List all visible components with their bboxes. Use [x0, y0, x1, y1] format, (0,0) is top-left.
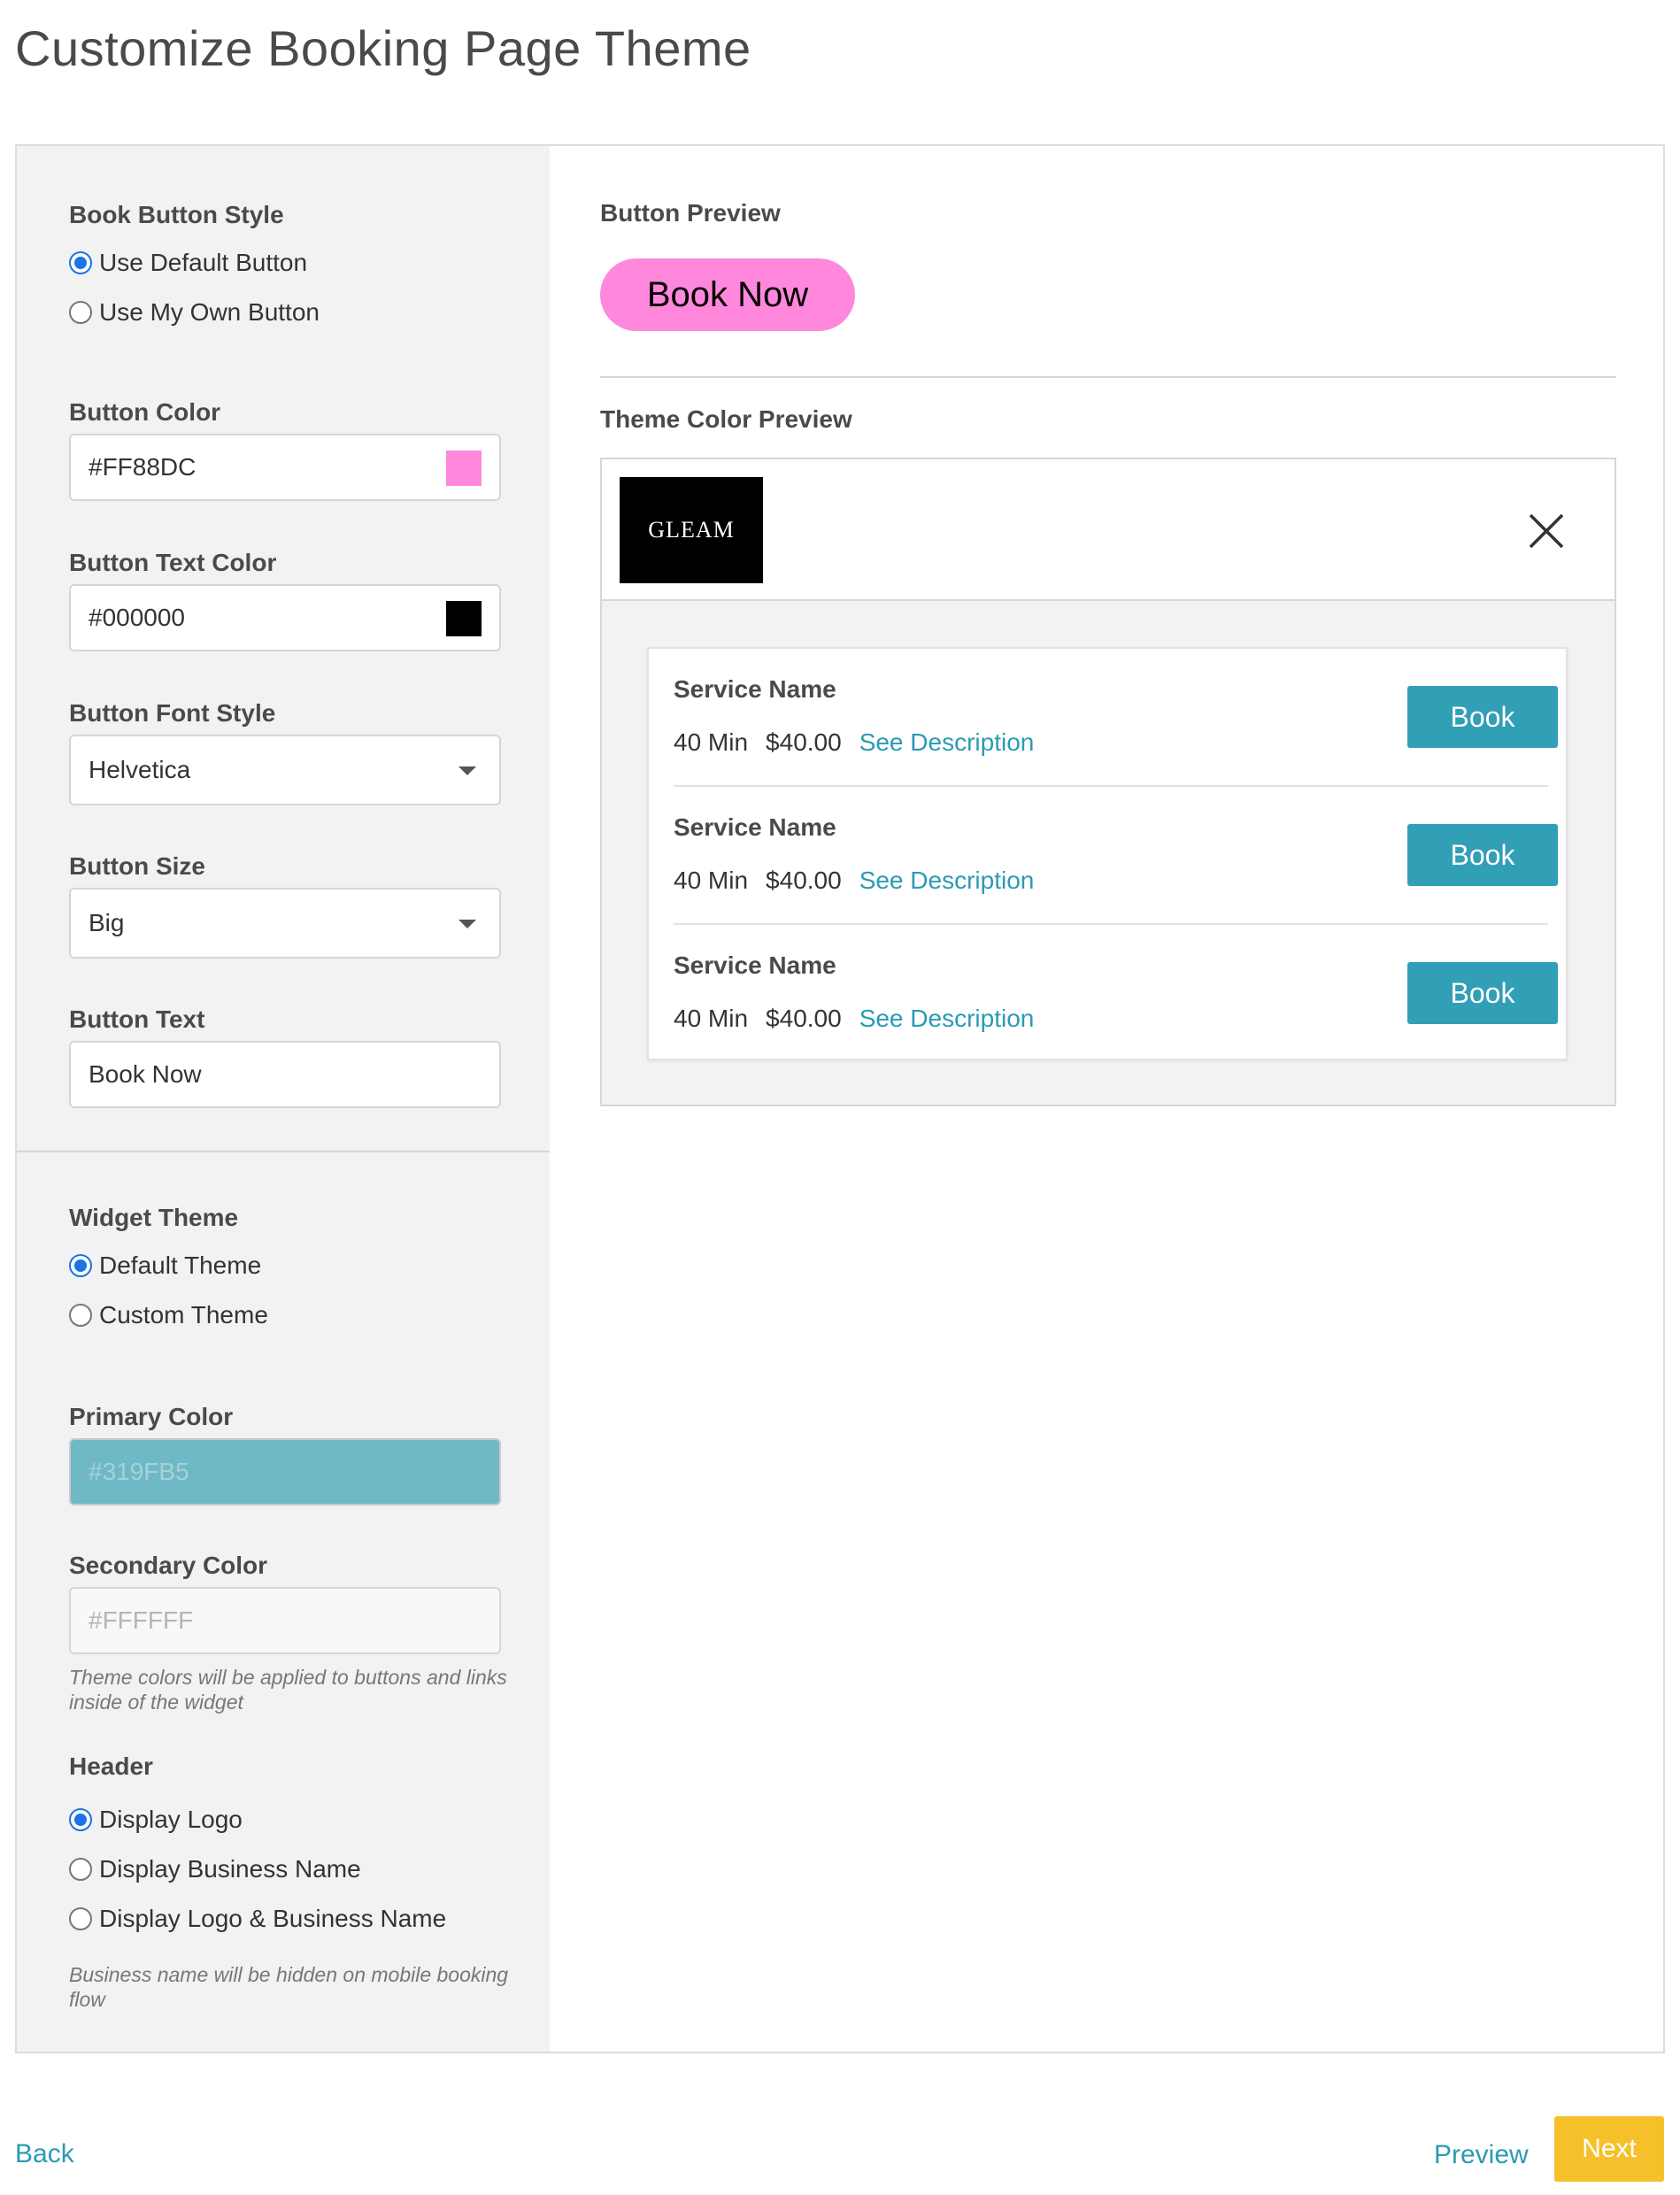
- next-button[interactable]: Next: [1554, 2116, 1664, 2182]
- secondary-color-value: #FFFFFF: [89, 1606, 194, 1634]
- button-text-label: Button Text: [69, 1005, 205, 1033]
- button-font-style-label: Button Font Style: [69, 699, 276, 727]
- radio-unchecked-icon[interactable]: [69, 301, 92, 324]
- radio-display-logo-and-business-name[interactable]: Display Logo & Business Name: [69, 1905, 446, 1933]
- book-service-button[interactable]: Book: [1407, 686, 1558, 748]
- button-color-value: #FF88DC: [89, 453, 197, 481]
- button-size-value: Big: [89, 909, 125, 936]
- service-name: Service Name: [674, 813, 836, 841]
- service-name: Service Name: [674, 951, 836, 979]
- primary-color-value: #319FB5: [89, 1458, 189, 1485]
- theme-preview-widget: GLEAM Service Name 40 Min $40.00 See Des…: [600, 458, 1616, 1106]
- service-duration: 40 Min: [674, 728, 749, 756]
- preview-link[interactable]: Preview: [1434, 2140, 1529, 2170]
- button-color-swatch[interactable]: [446, 451, 482, 486]
- theme-colors-help-text: Theme colors will be applied to buttons …: [69, 1666, 507, 1714]
- header-label: Header: [69, 1752, 153, 1780]
- radio-use-own-button[interactable]: Use My Own Button: [69, 298, 320, 327]
- see-description-link[interactable]: See Description: [859, 866, 1035, 895]
- button-size-select[interactable]: Big: [69, 888, 501, 959]
- services-card: Service Name 40 Min $40.00 See Descripti…: [647, 647, 1568, 1060]
- button-text-color-input[interactable]: #000000: [69, 584, 501, 651]
- radio-label: Display Logo: [99, 1806, 243, 1833]
- radio-unchecked-icon[interactable]: [69, 1907, 92, 1930]
- chevron-down-icon: [459, 920, 476, 928]
- service-meta: 40 Min $40.00 See Description: [674, 728, 1034, 757]
- radio-label: Use Default Button: [99, 249, 308, 276]
- widget-theme-label: Widget Theme: [69, 1204, 239, 1231]
- close-icon[interactable]: [1528, 512, 1565, 550]
- service-price: $40.00: [766, 1005, 842, 1032]
- button-preview-label: Button Preview: [600, 199, 781, 227]
- service-row: Service Name 40 Min $40.00 See Descripti…: [674, 925, 1558, 1063]
- primary-color-input[interactable]: #319FB5: [69, 1438, 501, 1506]
- book-button-style-label: Book Button Style: [69, 201, 284, 228]
- service-price: $40.00: [766, 728, 842, 756]
- service-meta: 40 Min $40.00 See Description: [674, 866, 1034, 895]
- service-row: Service Name 40 Min $40.00 See Descripti…: [674, 787, 1558, 925]
- book-service-button[interactable]: Book: [1407, 962, 1558, 1024]
- primary-color-label: Primary Color: [69, 1403, 234, 1430]
- radio-label: Use My Own Button: [99, 298, 320, 326]
- service-price: $40.00: [766, 866, 842, 894]
- business-logo: GLEAM: [620, 477, 763, 583]
- widget-header: GLEAM: [602, 459, 1614, 601]
- chevron-down-icon: [459, 766, 476, 775]
- radio-checked-icon[interactable]: [69, 251, 92, 274]
- book-now-preview-button[interactable]: Book Now: [600, 258, 855, 331]
- button-text-input[interactable]: Book Now: [69, 1041, 501, 1108]
- secondary-color-label: Secondary Color: [69, 1552, 268, 1579]
- button-font-style-select[interactable]: Helvetica: [69, 735, 501, 805]
- service-duration: 40 Min: [674, 866, 749, 894]
- section-divider: [17, 1151, 550, 1152]
- button-font-style-value: Helvetica: [89, 756, 191, 783]
- page-title: Customize Booking Page Theme: [15, 20, 751, 76]
- radio-label: Default Theme: [99, 1252, 262, 1279]
- logo-text: GLEAM: [648, 517, 735, 543]
- radio-label: Custom Theme: [99, 1301, 268, 1329]
- button-color-label: Button Color: [69, 398, 221, 426]
- header-help-text: Business name will be hidden on mobile b…: [69, 1963, 509, 2011]
- radio-use-default-button[interactable]: Use Default Button: [69, 249, 307, 277]
- radio-custom-theme[interactable]: Custom Theme: [69, 1301, 268, 1329]
- settings-sidebar: Book Button Style Use Default Button Use…: [17, 146, 550, 2052]
- button-text-color-swatch[interactable]: [446, 601, 482, 636]
- radio-checked-icon[interactable]: [69, 1254, 92, 1277]
- service-duration: 40 Min: [674, 1005, 749, 1032]
- radio-display-logo[interactable]: Display Logo: [69, 1806, 243, 1834]
- service-name: Service Name: [674, 675, 836, 703]
- radio-unchecked-icon[interactable]: [69, 1304, 92, 1327]
- preview-divider: [600, 376, 1616, 378]
- service-meta: 40 Min $40.00 See Description: [674, 1005, 1034, 1033]
- button-text-color-label: Button Text Color: [69, 549, 277, 576]
- see-description-link[interactable]: See Description: [859, 728, 1035, 757]
- book-service-button[interactable]: Book: [1407, 824, 1558, 886]
- button-text-value: Book Now: [89, 1060, 202, 1088]
- back-link[interactable]: Back: [15, 2139, 74, 2169]
- radio-unchecked-icon[interactable]: [69, 1858, 92, 1881]
- service-row: Service Name 40 Min $40.00 See Descripti…: [674, 649, 1558, 787]
- radio-default-theme[interactable]: Default Theme: [69, 1252, 261, 1280]
- button-color-input[interactable]: #FF88DC: [69, 434, 501, 501]
- secondary-color-input[interactable]: #FFFFFF: [69, 1587, 501, 1654]
- theme-color-preview-label: Theme Color Preview: [600, 405, 852, 433]
- radio-display-business-name[interactable]: Display Business Name: [69, 1855, 361, 1883]
- settings-panel: Book Button Style Use Default Button Use…: [15, 144, 1665, 2053]
- radio-checked-icon[interactable]: [69, 1808, 92, 1831]
- see-description-link[interactable]: See Description: [859, 1005, 1035, 1033]
- radio-label: Display Logo & Business Name: [99, 1905, 447, 1932]
- button-size-label: Button Size: [69, 852, 205, 880]
- radio-label: Display Business Name: [99, 1855, 361, 1883]
- button-text-color-value: #000000: [89, 604, 186, 631]
